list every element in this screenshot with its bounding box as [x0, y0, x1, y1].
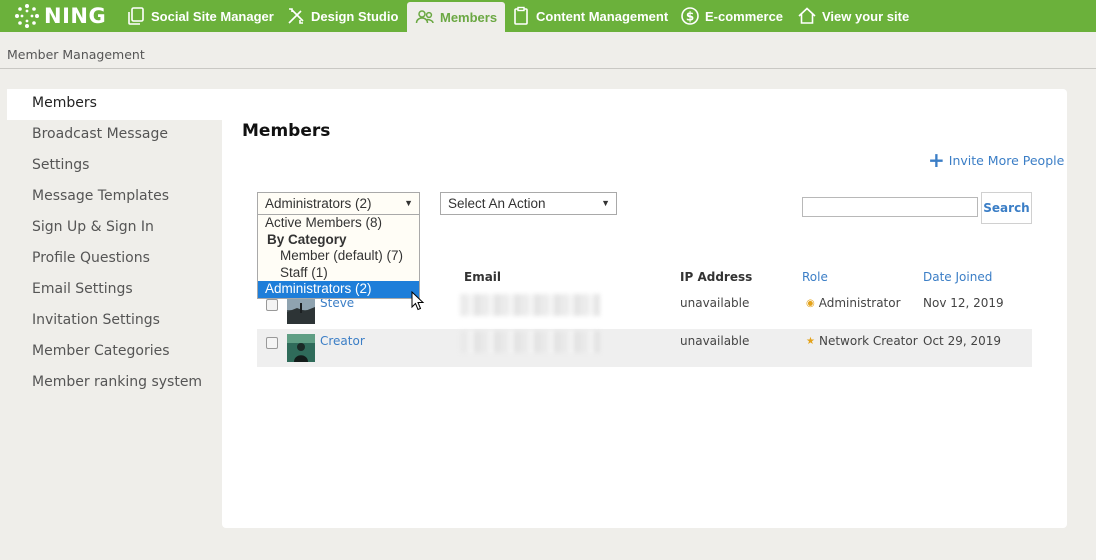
ip-address-cell: unavailable [680, 334, 750, 348]
brand-name: NING [44, 4, 107, 28]
page-title: Members [242, 121, 331, 141]
dropdown-option-member-default[interactable]: Member (default) (7) [258, 248, 419, 265]
email-redacted [460, 294, 600, 316]
copy-icon [128, 7, 144, 25]
sidebar-item-sign-up-sign-in[interactable]: Sign Up & Sign In [7, 213, 222, 244]
sidebar-item-profile-questions[interactable]: Profile Questions [7, 244, 222, 275]
nav-label: Content Management [536, 8, 669, 24]
sidebar-item-member-categories[interactable]: Member Categories [7, 337, 222, 368]
avatar[interactable] [287, 296, 315, 324]
email-redacted [460, 331, 600, 353]
dropdown-option-staff[interactable]: Staff (1) [258, 265, 419, 282]
member-filter-dropdown-list: Active Members (8) By Category Member (d… [257, 214, 420, 299]
avatar[interactable] [287, 334, 315, 362]
people-icon [415, 10, 434, 24]
nav-label: Members [440, 9, 498, 25]
ip-address-cell: unavailable [680, 296, 750, 310]
dropdown-arrow-icon: ▼ [601, 198, 610, 208]
member-filter-select[interactable]: Administrators (2) ▼ [257, 192, 420, 215]
action-select[interactable]: Select An Action ▼ [440, 192, 617, 215]
nav-label: View your site [822, 8, 910, 24]
column-header-role[interactable]: Role [802, 270, 828, 284]
row-checkbox[interactable] [266, 337, 278, 349]
column-header-email: Email [464, 270, 502, 284]
dot-icon: ◉ [806, 297, 815, 309]
role-label: Administrator [818, 296, 901, 310]
plus-icon: + [928, 148, 945, 172]
dropdown-option-administrators[interactable]: Administrators (2) [258, 281, 419, 298]
svg-text:$: $ [686, 10, 694, 24]
sidebar-item-members[interactable]: Members [7, 89, 222, 120]
nav-label: Social Site Manager [151, 8, 274, 24]
nav-design-studio[interactable]: Design Studio [286, 0, 398, 32]
sidebar-item-broadcast-message[interactable]: Broadcast Message [7, 120, 222, 151]
sidebar-item-email-settings[interactable]: Email Settings [7, 275, 222, 306]
tools-icon [288, 8, 304, 24]
ning-logo[interactable]: NING [14, 3, 106, 29]
role-cell: ◉ Administrator [806, 296, 901, 310]
invite-label: Invite More People [948, 152, 1065, 168]
dropdown-option-active-members[interactable]: Active Members (8) [258, 215, 419, 232]
clipboard-icon [514, 6, 528, 25]
date-joined-cell: Oct 29, 2019 [923, 334, 1001, 348]
breadcrumb: Member Management [7, 47, 145, 62]
member-filter-value: Administrators (2) [265, 196, 372, 211]
sidebar: Members Broadcast Message Settings Messa… [7, 89, 222, 399]
nav-label: E-commerce [705, 8, 784, 24]
invite-more-people-link[interactable]: + Invite More People [928, 148, 1065, 172]
column-header-date-joined[interactable]: Date Joined [923, 270, 992, 284]
nav-view-your-site[interactable]: View your site [797, 0, 909, 32]
mouse-cursor-icon [411, 291, 425, 311]
dollar-icon: $ [681, 7, 699, 25]
nav-members[interactable]: Members [407, 2, 506, 32]
nav-content-management[interactable]: Content Management [511, 0, 668, 32]
action-select-value: Select An Action [448, 196, 546, 211]
top-nav-bar: NING Social Site Manager Design Studio M… [0, 0, 1096, 32]
sidebar-item-invitation-settings[interactable]: Invitation Settings [7, 306, 222, 337]
dropdown-arrow-icon: ▼ [404, 198, 413, 208]
member-name-link[interactable]: Creator [320, 334, 365, 348]
role-label: Network Creator [818, 334, 918, 348]
home-icon [798, 7, 816, 24]
ning-logo-icon [15, 4, 39, 28]
sidebar-item-settings[interactable]: Settings [7, 151, 222, 182]
role-cell: ★ Network Creator [806, 334, 918, 348]
sidebar-item-member-ranking-system[interactable]: Member ranking system [7, 368, 222, 399]
dropdown-group-by-category: By Category [267, 231, 347, 247]
row-checkbox[interactable] [266, 299, 278, 311]
column-header-ip-address: IP Address [680, 270, 753, 284]
nav-ecommerce[interactable]: $ E-commerce [680, 0, 783, 32]
nav-label: Design Studio [311, 8, 399, 24]
date-joined-cell: Nov 12, 2019 [923, 296, 1004, 310]
nav-social-site-manager[interactable]: Social Site Manager [126, 0, 274, 32]
star-icon: ★ [806, 335, 815, 347]
search-button[interactable]: Search [981, 192, 1032, 224]
breadcrumb-divider [0, 68, 1096, 69]
search-input[interactable] [802, 197, 978, 217]
sidebar-item-message-templates[interactable]: Message Templates [7, 182, 222, 213]
